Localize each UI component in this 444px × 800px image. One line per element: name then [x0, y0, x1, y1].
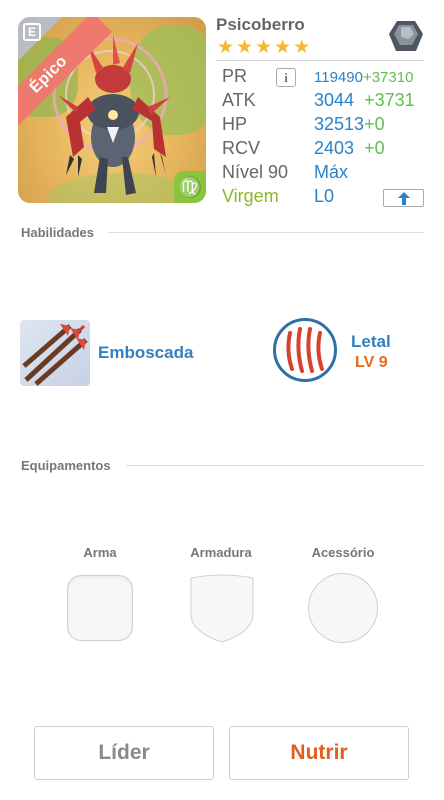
stat-value-atk: 3044 +3731: [314, 90, 415, 111]
star-rating: ★ ★ ★ ★ ★: [217, 38, 310, 58]
rcv-value: 2403: [314, 138, 355, 158]
star-icon: ★: [293, 37, 311, 58]
feed-button[interactable]: Nutrir: [229, 726, 409, 780]
accessory-slot[interactable]: [308, 573, 378, 643]
stat-label-atk: ATK: [222, 90, 256, 110]
stat-row-rcv: RCV 2403 +0: [222, 138, 424, 162]
upgrade-button[interactable]: [383, 189, 424, 207]
atk-value: 3044: [314, 90, 355, 110]
section-title-skills: Habilidades: [21, 225, 94, 240]
level-value: Máx: [314, 162, 349, 182]
monster-portrait[interactable]: E Épico ♍: [18, 17, 206, 203]
stat-label-pr: PR: [222, 66, 248, 86]
stat-value-hp: 32513+0: [314, 114, 385, 135]
leader-button[interactable]: Líder: [34, 726, 214, 780]
sign-label: Virgem: [222, 186, 279, 206]
pr-value: 119490: [314, 69, 363, 86]
header-divider: [216, 60, 424, 61]
leader-skill-name[interactable]: Letal: [351, 332, 391, 352]
arrow-up-icon: [397, 191, 410, 205]
evolution-book-icon[interactable]: E: [23, 23, 41, 41]
section-title-equipment: Equipamentos: [21, 458, 111, 473]
stat-label-rcv: RCV: [222, 138, 261, 158]
star-icon: ★: [236, 37, 254, 58]
hp-bonus: +0: [364, 114, 385, 134]
leader-skill-icon[interactable]: [273, 318, 337, 382]
stat-row-level: Nível 90 Máx: [222, 162, 424, 186]
star-icon: ★: [274, 37, 292, 58]
sign-value: L0: [314, 186, 335, 206]
armor-slot[interactable]: [189, 574, 255, 644]
stat-value-rcv: 2403 +0: [314, 138, 385, 159]
leader-skill-level: LV 9: [355, 354, 388, 371]
hp-value: 32513: [314, 114, 365, 134]
stat-value-pr: 119490+37310: [314, 69, 413, 86]
rcv-bonus: +0: [364, 138, 385, 158]
star-icon: ★: [255, 37, 273, 58]
skill-icon[interactable]: [20, 320, 90, 386]
info-button[interactable]: i: [276, 68, 296, 87]
pr-bonus: +37310: [362, 69, 414, 86]
stat-label-hp: HP: [222, 114, 248, 134]
stat-row-atk: ATK 3044 +3731: [222, 90, 424, 114]
equip-label-weapon: Arma: [83, 545, 117, 560]
stat-row-hp: HP 32513+0: [222, 114, 424, 138]
section-divider: [126, 465, 424, 466]
rune-stone-icon[interactable]: [388, 19, 424, 53]
weapon-slot[interactable]: [67, 575, 133, 641]
skill-name[interactable]: Emboscada: [98, 343, 193, 363]
equip-label-accessory: Acessório: [311, 545, 375, 560]
level-label: Nível 90: [222, 162, 289, 182]
monster-name: Psicoberro: [216, 15, 305, 34]
section-divider: [108, 232, 424, 233]
virgo-glyph-icon: ♍: [174, 171, 206, 203]
atk-bonus: +3731: [364, 90, 415, 110]
star-icon: ★: [217, 37, 235, 58]
equip-label-armor: Armadura: [190, 545, 252, 560]
arrows-icon: [22, 324, 88, 386]
claw-marks-icon: [286, 327, 324, 373]
stat-row-pr: PR i 119490+37310: [222, 66, 424, 90]
